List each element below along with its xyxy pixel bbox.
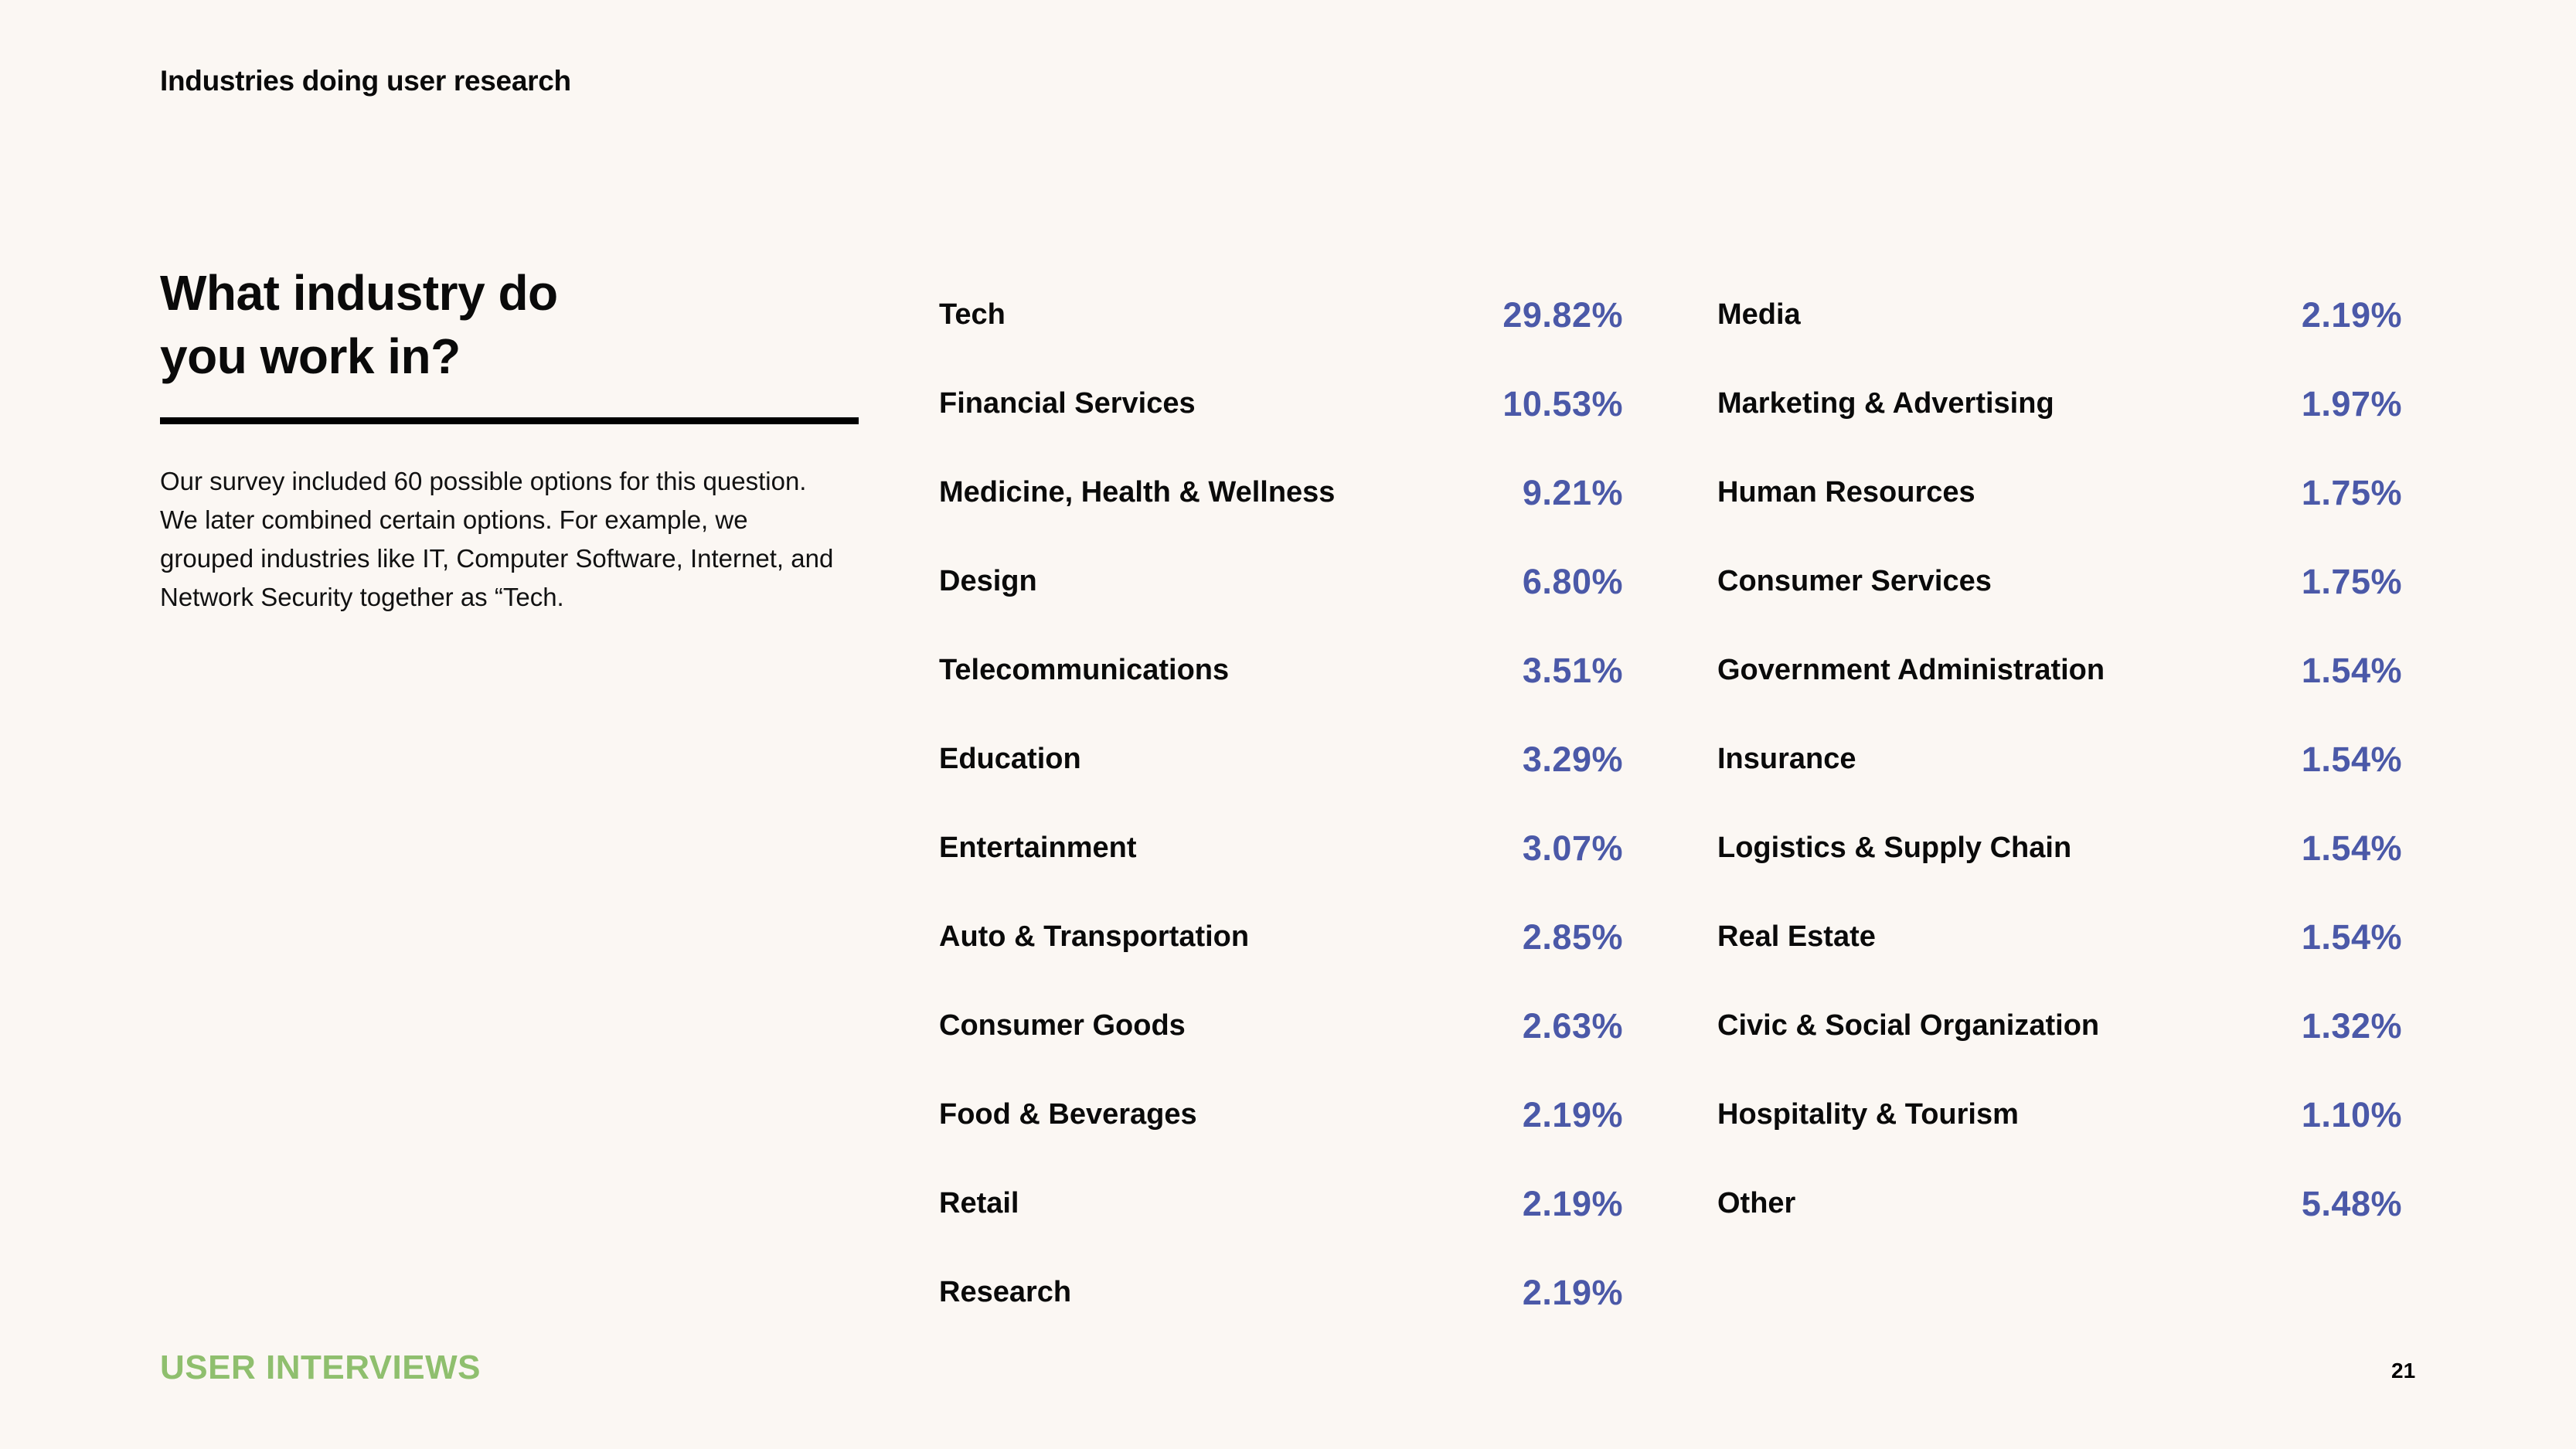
industry-label: Retail: [939, 1187, 1019, 1219]
industry-row: Insurance 1.54%: [1717, 715, 2402, 804]
industry-percentage: 2.85%: [1522, 917, 1623, 957]
industry-row: Food & Beverages 2.19%: [939, 1070, 1623, 1159]
industry-row: Telecommunications 3.51%: [939, 626, 1623, 715]
industry-percentage: 6.80%: [1522, 561, 1623, 601]
section-header: Industries doing user research: [160, 65, 571, 97]
industry-label: Medicine, Health & Wellness: [939, 476, 1336, 509]
industry-percentage: 2.19%: [1522, 1094, 1623, 1134]
industry-row: Consumer Services 1.75%: [1717, 537, 2402, 626]
industry-row: Education 3.29%: [939, 715, 1623, 804]
industry-column-2: Media 2.19% Marketing & Advertising 1.97% Hu…: [1717, 270, 2405, 1248]
industry-percentage: 1.75%: [2301, 472, 2402, 512]
industry-label: Tech: [939, 298, 1006, 331]
industry-row: Logistics & Supply Chain 1.54%: [1717, 804, 2402, 893]
industry-label: Insurance: [1717, 743, 1856, 775]
question-title-line-1: What industry do: [160, 265, 558, 321]
industry-percentage: 3.51%: [1522, 650, 1623, 690]
industry-percentage: 1.97%: [2301, 383, 2402, 423]
industry-row: Media 2.19%: [1717, 270, 2402, 359]
industry-row: Tech 29.82%: [939, 270, 1623, 359]
industry-label: Education: [939, 743, 1081, 775]
industry-percentage: 3.07%: [1522, 828, 1623, 868]
industry-row: Other 5.48%: [1717, 1159, 2402, 1248]
industry-percentage: 1.10%: [2301, 1094, 2402, 1134]
brand-logo-text: USER INTERVIEWS: [160, 1349, 481, 1386]
industry-label: Financial Services: [939, 387, 1196, 420]
industry-row: Medicine, Health & Wellness 9.21%: [939, 448, 1623, 537]
industry-label: Civic & Social Organization: [1717, 1009, 2100, 1042]
industry-percentage: 29.82%: [1502, 294, 1623, 335]
industry-row: Entertainment 3.07%: [939, 804, 1623, 893]
industry-row: Marketing & Advertising 1.97%: [1717, 359, 2402, 448]
industry-label: Food & Beverages: [939, 1098, 1197, 1131]
industry-label: Human Resources: [1717, 476, 1975, 509]
industry-row: Research 2.19%: [939, 1248, 1623, 1337]
industry-row: Civic & Social Organization 1.32%: [1717, 981, 2402, 1070]
industry-label: Hospitality & Tourism: [1717, 1098, 2019, 1131]
industry-row: Government Administration 1.54%: [1717, 626, 2402, 715]
industry-percentage: 3.29%: [1522, 739, 1623, 779]
industry-label: Media: [1717, 298, 1801, 331]
industry-label: Real Estate: [1717, 920, 1876, 953]
industry-percentage: 9.21%: [1522, 472, 1623, 512]
industry-row: Auto & Transportation 2.85%: [939, 893, 1623, 981]
industry-percentage: 1.32%: [2301, 1005, 2402, 1046]
industry-label: Entertainment: [939, 832, 1137, 864]
question-title: What industry do you work in?: [160, 261, 856, 388]
industry-label: Government Administration: [1717, 654, 2105, 686]
page-number: 21: [2391, 1359, 2416, 1383]
industry-label: Consumer Services: [1717, 565, 1992, 597]
title-divider: [160, 417, 859, 424]
industry-label: Other: [1717, 1187, 1796, 1219]
industry-percentage: 10.53%: [1502, 383, 1623, 423]
industry-row: Consumer Goods 2.63%: [939, 981, 1623, 1070]
industry-row: Human Resources 1.75%: [1717, 448, 2402, 537]
industry-row: Real Estate 1.54%: [1717, 893, 2402, 981]
industry-label: Marketing & Advertising: [1717, 387, 2054, 420]
industry-percentage: 1.54%: [2301, 828, 2402, 868]
industry-percentage: 2.19%: [2301, 294, 2402, 335]
industry-label: Telecommunications: [939, 654, 1230, 686]
question-title-line-2: you work in?: [160, 328, 461, 384]
industry-row: Financial Services 10.53%: [939, 359, 1623, 448]
industry-label: Auto & Transportation: [939, 920, 1250, 953]
industry-row: Retail 2.19%: [939, 1159, 1623, 1248]
industry-percentage: 2.19%: [1522, 1272, 1623, 1312]
industry-percentage: 5.48%: [2301, 1183, 2402, 1223]
industry-percentage: 1.54%: [2301, 739, 2402, 779]
industry-percentage: 1.75%: [2301, 561, 2402, 601]
industry-row: Hospitality & Tourism 1.10%: [1717, 1070, 2402, 1159]
industry-percentage: 2.63%: [1522, 1005, 1623, 1046]
industry-label: Consumer Goods: [939, 1009, 1186, 1042]
industry-label: Design: [939, 565, 1037, 597]
question-description: Our survey included 60 possible options …: [160, 467, 834, 611]
industry-label: Research: [939, 1276, 1072, 1308]
industry-label: Logistics & Supply Chain: [1717, 832, 2072, 864]
industry-percentage: 1.54%: [2301, 917, 2402, 957]
industry-row: Design 6.80%: [939, 537, 1623, 626]
industry-column-1: Tech 29.82% Financial Services 10.53% Medici…: [939, 270, 1627, 1337]
industry-percentage: 2.19%: [1522, 1183, 1623, 1223]
industry-percentage: 1.54%: [2301, 650, 2402, 690]
